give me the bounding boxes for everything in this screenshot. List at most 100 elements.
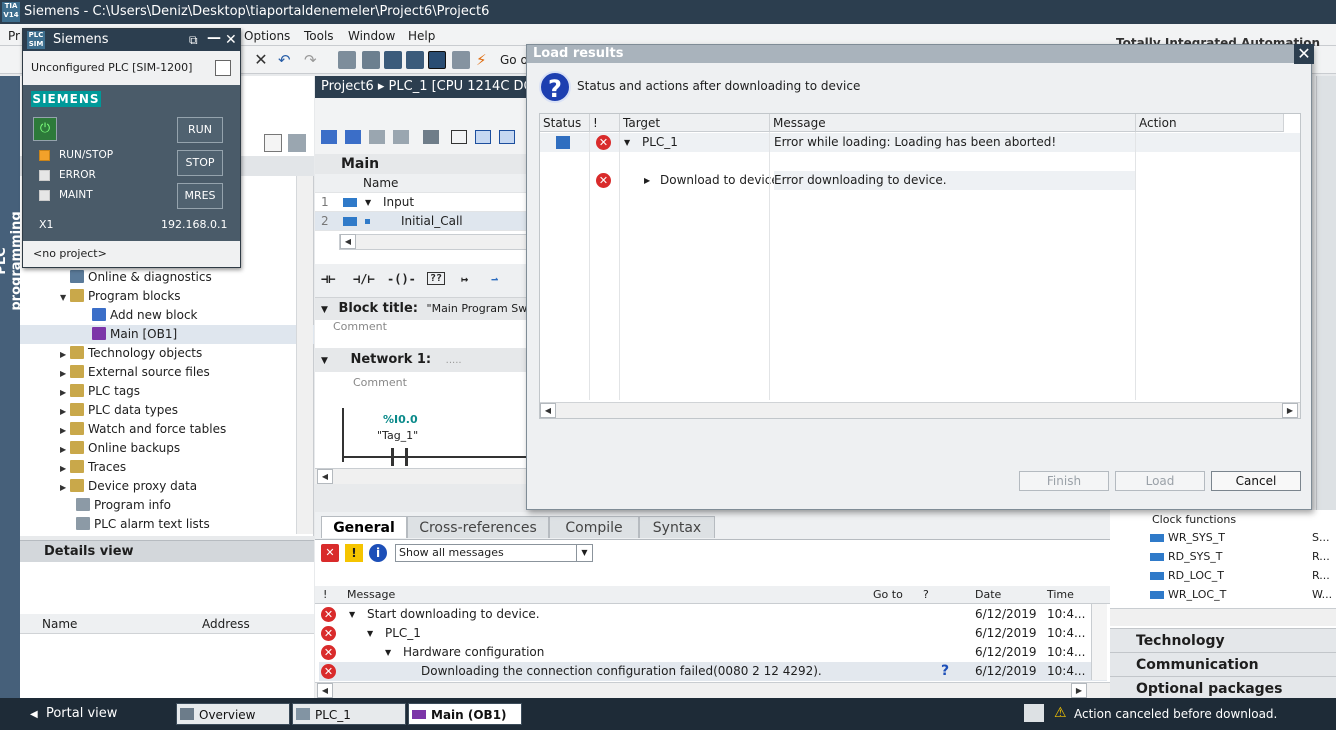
expanded-icon[interactable]: ▼ (385, 643, 391, 662)
network-title[interactable]: ..... (446, 355, 462, 366)
contact-tag[interactable]: "Tag_1" (377, 429, 418, 442)
instruction-rd-loc-t[interactable]: RD_LOC_T R... (1110, 566, 1336, 585)
col-message[interactable]: Message (770, 114, 1136, 132)
block-title-value[interactable]: "Main Program Swe (427, 302, 527, 315)
run-button[interactable]: RUN (177, 117, 223, 143)
expanded-icon[interactable]: ▼ (321, 305, 328, 315)
results-hscroll[interactable]: ◀ ▶ (540, 402, 1300, 418)
tree-plc-tags[interactable]: ▶ PLC tags (60, 382, 140, 401)
scroll-left-icon[interactable]: ◀ (317, 469, 333, 484)
stop-button[interactable]: STOP (177, 150, 223, 176)
block-title-row[interactable]: ▼ Block title: "Main Program Swe (315, 298, 527, 320)
col-address[interactable]: Address (202, 614, 250, 634)
scroll-right-icon[interactable]: ▶ (1282, 403, 1298, 418)
collapsed-icon[interactable]: ▶ (60, 383, 70, 402)
collapsed-icon[interactable]: ▶ (644, 171, 650, 190)
status-message[interactable]: Action canceled before download. (1074, 707, 1277, 721)
finish-button[interactable]: Finish (1019, 471, 1109, 491)
right-panel-strip[interactable] (1316, 76, 1336, 510)
expanded-icon[interactable]: ▼ (367, 624, 373, 643)
menu-project[interactable]: Pr (8, 29, 20, 43)
section-optional-packages[interactable]: Optional packages (1110, 676, 1336, 700)
power-icon[interactable]: ⏻ (33, 117, 57, 141)
scroll-right-icon[interactable]: ▶ (1071, 683, 1087, 698)
tree-program-info[interactable]: Program info (76, 496, 171, 515)
open-branch-icon[interactable]: ↦ (461, 272, 468, 286)
details-view-header[interactable]: Details view (20, 540, 314, 562)
editor-tool-icon[interactable] (393, 130, 409, 144)
close-icon[interactable]: ✕ (225, 29, 237, 51)
editor-tool-icon[interactable] (345, 130, 361, 144)
col-target[interactable]: Target (620, 114, 770, 132)
scroll-left-icon[interactable]: ◀ (340, 234, 356, 249)
instruction-wr-sys-t[interactable]: WR_SYS_T S... (1110, 528, 1336, 547)
editor-tool-icon[interactable] (321, 130, 337, 144)
expanded-icon[interactable]: ▼ (349, 605, 355, 624)
expanded-icon[interactable]: ▼ (365, 193, 371, 212)
collapsed-icon[interactable]: ▶ (60, 478, 70, 497)
section-technology[interactable]: Technology (1110, 628, 1336, 652)
message-row-selected[interactable]: ✕ Downloading the connection configurati… (319, 662, 1107, 681)
clock-functions-header[interactable]: Clock functions (1110, 510, 1336, 529)
tree-alarm-texts[interactable]: PLC alarm text lists (76, 515, 210, 534)
tab-main-ob1[interactable]: Main (OB1) (408, 703, 522, 725)
col-time[interactable]: Time (1047, 586, 1074, 604)
no-contact-icon[interactable]: ⊣⊢ (321, 272, 335, 286)
col-goto[interactable]: Go to (873, 586, 903, 604)
download-icon[interactable] (384, 51, 402, 69)
interface-hscroll[interactable]: ◀ (339, 234, 527, 250)
plc-icon[interactable] (452, 51, 470, 69)
tree-external-sources[interactable]: ▶ External source files (60, 363, 210, 382)
tree-online-backups[interactable]: ▶ Online backups (60, 439, 180, 458)
message-row[interactable]: ✕ ▼ Start downloading to device. 6/12/20… (319, 605, 1107, 624)
scroll-left-icon[interactable]: ◀ (317, 683, 333, 698)
upload-icon[interactable] (406, 51, 424, 69)
close-branch-icon[interactable]: ⇀ (491, 272, 498, 286)
load-button[interactable]: Load (1115, 471, 1205, 491)
panel-hscroll[interactable] (1110, 608, 1336, 626)
editor-tool-icon[interactable] (369, 130, 385, 144)
tab-cross-references[interactable]: Cross-references (407, 516, 549, 538)
messages-vscroll[interactable] (1091, 604, 1107, 680)
instruction-rd-sys-t[interactable]: RD_SYS_T R... (1110, 547, 1336, 566)
tree-view-icon[interactable] (264, 134, 282, 152)
collapsed-icon[interactable]: ▶ (60, 345, 70, 364)
editor-tool-icon[interactable] (451, 130, 467, 144)
restore-icon[interactable]: ⧉ (189, 29, 198, 51)
tree-device-proxy[interactable]: ▶ Device proxy data (60, 477, 197, 496)
col-date[interactable]: Date (975, 586, 1001, 604)
help-question-icon[interactable]: ? (941, 662, 949, 681)
dialog-close-icon[interactable]: ✕ (1294, 44, 1314, 64)
collapsed-icon[interactable]: ▶ (60, 440, 70, 459)
col-name[interactable]: Name (42, 614, 77, 634)
redo-icon[interactable]: ↷ (304, 51, 322, 69)
network-1-row[interactable]: ▼ Network 1: ..... (315, 348, 527, 372)
coil-icon[interactable]: -()- (387, 272, 416, 286)
col-action[interactable]: Action (1136, 114, 1284, 132)
result-row-plc[interactable]: ✕ ▼ PLC_1 Error while loading: Loading h… (540, 133, 1300, 152)
instruction-wr-loc-t[interactable]: WR_LOC_T W... (1110, 585, 1336, 604)
collapsed-icon[interactable]: ▶ (60, 421, 70, 440)
message-row[interactable]: ✕ ▼ Hardware configuration 6/12/2019 10:… (319, 643, 1107, 662)
start-simulation-icon[interactable] (428, 51, 446, 69)
tree-main-ob1[interactable]: Main [OB1] (20, 325, 314, 344)
cancel-button[interactable]: Cancel (1211, 471, 1301, 491)
undo-icon[interactable]: ↶ (278, 51, 296, 69)
expanded-icon[interactable]: ▼ (60, 288, 70, 307)
tree-traces[interactable]: ▶ Traces (60, 458, 126, 477)
tab-syntax[interactable]: Syntax (639, 516, 715, 538)
menu-tools[interactable]: Tools (304, 29, 334, 43)
menu-options[interactable]: Options (244, 29, 290, 43)
contact-address[interactable]: %I0.0 (383, 413, 418, 426)
scroll-left-icon[interactable]: ◀ (540, 403, 556, 418)
split-icon[interactable] (338, 51, 356, 69)
chevron-down-icon[interactable]: ▼ (576, 545, 592, 561)
menu-help[interactable]: Help (408, 29, 435, 43)
block-comment[interactable]: Comment (333, 320, 387, 333)
tab-general[interactable]: General (321, 516, 407, 538)
message-filter-select[interactable]: Show all messages ▼ (395, 544, 593, 562)
filter-errors-icon[interactable]: ✕ (321, 544, 339, 562)
mres-button[interactable]: MRES (177, 183, 223, 209)
network-comment[interactable]: Comment (353, 376, 407, 389)
expanded-icon[interactable]: ▼ (624, 133, 630, 152)
